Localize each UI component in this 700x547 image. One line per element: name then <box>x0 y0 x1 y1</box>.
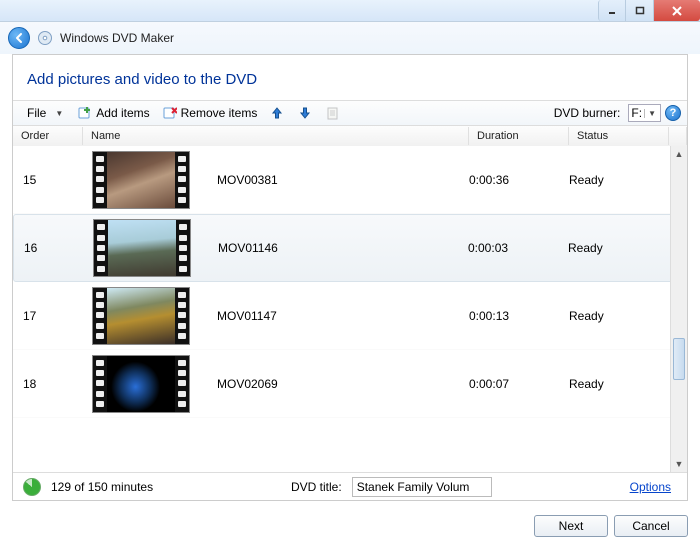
minimize-button[interactable] <box>598 0 626 21</box>
remove-items-label: Remove items <box>181 106 258 120</box>
minutes-text: 129 of 150 minutes <box>51 480 153 494</box>
arrow-down-icon <box>297 105 313 121</box>
toolbar: File ▼ Add items Remove items <box>13 100 687 126</box>
nav-bar: Windows DVD Maker <box>0 22 700 54</box>
properties-button[interactable] <box>321 103 345 123</box>
file-label: File <box>23 106 50 120</box>
table-row[interactable]: 16 MOV011460:00:03Ready <box>13 214 687 282</box>
scrollbar[interactable]: ▲ ▼ <box>670 146 687 472</box>
cell-thumb <box>83 287 199 345</box>
window-titlebar <box>0 0 700 22</box>
remove-icon <box>162 105 178 121</box>
cell-status: Ready <box>568 241 668 255</box>
maximize-button[interactable] <box>626 0 654 21</box>
cell-duration: 0:00:03 <box>468 241 568 255</box>
burner-select[interactable]: F: ▼ <box>628 104 661 122</box>
next-button[interactable]: Next <box>534 515 608 537</box>
dvd-title-label: DVD title: <box>291 480 342 494</box>
move-up-button[interactable] <box>265 103 289 123</box>
burner-label: DVD burner: <box>550 106 625 120</box>
cell-duration: 0:00:07 <box>469 377 569 391</box>
filmstrip-icon <box>93 219 191 277</box>
app-title: Windows DVD Maker <box>60 31 174 45</box>
table-row[interactable]: 18 MOV020690:00:07Ready <box>13 350 687 418</box>
cell-name: MOV00381 <box>199 173 469 187</box>
add-items-label: Add items <box>96 106 149 120</box>
chevron-down-icon: ▼ <box>644 109 658 118</box>
footer-buttons: Next Cancel <box>0 509 700 547</box>
filmstrip-icon <box>92 151 190 209</box>
chevron-down-icon: ▼ <box>53 109 65 118</box>
table-row[interactable]: 17 MOV011470:00:13Ready <box>13 282 687 350</box>
main-panel: Add pictures and video to the DVD File ▼… <box>12 54 688 501</box>
scroll-thumb[interactable] <box>673 338 685 380</box>
cell-duration: 0:00:13 <box>469 309 569 323</box>
filmstrip-icon <box>92 355 190 413</box>
cell-thumb <box>83 151 199 209</box>
cell-thumb <box>84 219 200 277</box>
cancel-button[interactable]: Cancel <box>614 515 688 537</box>
cell-order: 18 <box>13 377 83 391</box>
add-items-button[interactable]: Add items <box>73 103 153 123</box>
scroll-track[interactable] <box>671 162 687 456</box>
cell-status: Ready <box>569 377 669 391</box>
cell-status: Ready <box>569 309 669 323</box>
table-row[interactable]: 15 MOV003810:00:36Ready <box>13 146 687 214</box>
options-link[interactable]: Options <box>630 480 671 494</box>
page-heading: Add pictures and video to the DVD <box>13 55 687 100</box>
move-down-button[interactable] <box>293 103 317 123</box>
back-button[interactable] <box>8 27 30 49</box>
col-scroll <box>669 127 687 145</box>
status-bar: 129 of 150 minutes DVD title: Options <box>13 472 687 500</box>
col-status[interactable]: Status <box>569 127 669 145</box>
cell-status: Ready <box>569 173 669 187</box>
scroll-down-icon[interactable]: ▼ <box>671 456 687 472</box>
col-name[interactable]: Name <box>83 127 469 145</box>
cell-name: MOV02069 <box>199 377 469 391</box>
cell-order: 17 <box>13 309 83 323</box>
add-icon <box>77 105 93 121</box>
dvd-title-input[interactable] <box>352 477 492 497</box>
properties-icon <box>325 105 341 121</box>
scroll-up-icon[interactable]: ▲ <box>671 146 687 162</box>
cell-duration: 0:00:36 <box>469 173 569 187</box>
help-icon: ? <box>670 107 677 119</box>
cell-name: MOV01146 <box>200 241 468 255</box>
col-order[interactable]: Order <box>13 127 83 145</box>
close-button[interactable] <box>654 0 700 21</box>
app-icon <box>36 29 54 47</box>
file-menu[interactable]: File ▼ <box>19 104 69 122</box>
cell-order: 16 <box>14 241 84 255</box>
col-duration[interactable]: Duration <box>469 127 569 145</box>
items-list: 15MOV003810:00:36Ready16MOV011460:00:03R… <box>13 146 687 472</box>
column-headers: Order Name Duration Status <box>13 126 687 146</box>
cell-thumb <box>83 355 199 413</box>
remove-items-button[interactable]: Remove items <box>158 103 262 123</box>
arrow-up-icon <box>269 105 285 121</box>
help-button[interactable]: ? <box>665 105 681 121</box>
cell-name: MOV01147 <box>199 309 469 323</box>
filmstrip-icon <box>92 287 190 345</box>
disc-usage-icon <box>23 478 41 496</box>
burner-value: F: <box>631 106 642 120</box>
cell-order: 15 <box>13 173 83 187</box>
